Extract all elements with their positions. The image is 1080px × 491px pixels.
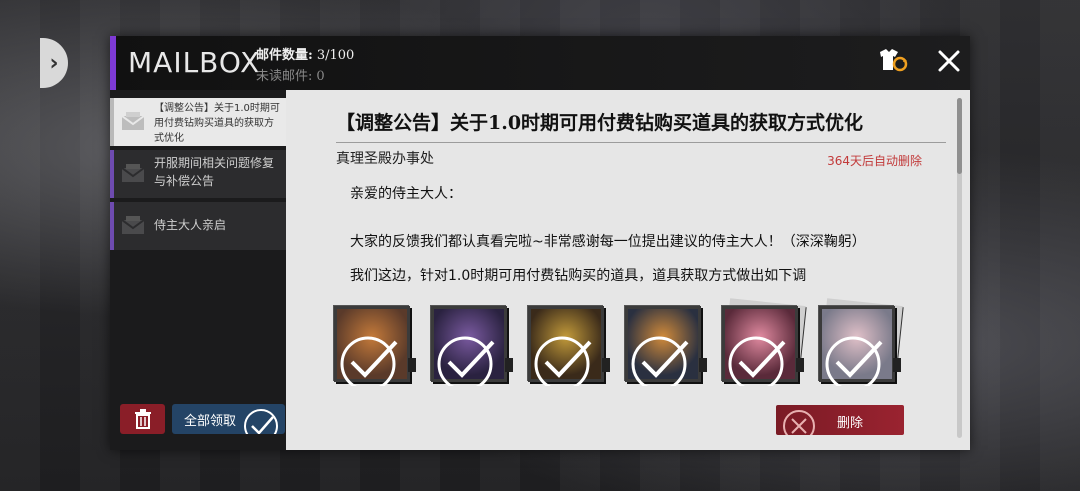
claimed-check-icon bbox=[825, 336, 883, 386]
wardrobe-refresh-button[interactable] bbox=[876, 44, 910, 78]
mail-sender: 真理圣殿办事处 bbox=[336, 151, 434, 167]
claimed-check-icon bbox=[728, 336, 786, 386]
mail-list-item-3[interactable]: 侍主大人亲启 bbox=[110, 202, 286, 250]
delete-mail-button[interactable]: 删除 bbox=[776, 405, 904, 435]
mail-list-item-label: 开服期间相关问题修复与补偿公告 bbox=[154, 156, 275, 188]
title-accent-bar bbox=[110, 36, 116, 90]
attachment-item-3[interactable] bbox=[528, 306, 610, 386]
chevron-right-icon: › bbox=[49, 50, 59, 76]
attachment-item-4[interactable] bbox=[625, 306, 707, 386]
mailbox-title: MAILBOX bbox=[128, 46, 261, 79]
mail-count: 邮件数量: 3/100 bbox=[256, 44, 354, 63]
claimed-check-icon bbox=[534, 336, 592, 386]
claimed-check-icon bbox=[631, 336, 689, 386]
claimed-check-icon bbox=[437, 336, 495, 386]
claim-all-button[interactable]: 全部领取 bbox=[172, 404, 285, 434]
attachment-tag bbox=[602, 358, 610, 372]
check-circle-icon bbox=[244, 409, 278, 434]
mail-title: 【调整公告】关于1.0时期可用付费钻购买道具的获取方式优化 bbox=[336, 112, 864, 134]
unread-count-value: 0 bbox=[316, 69, 325, 84]
attachment-tag bbox=[893, 358, 901, 372]
attachment-item-5[interactable] bbox=[722, 306, 804, 386]
mail-expire-notice: 364天后自动删除 bbox=[827, 154, 922, 168]
claimed-check-icon bbox=[340, 336, 398, 386]
mail-list-item-label: 【调整公告】关于1.0时期可用付费钻购买道具的获取方式优化 bbox=[154, 103, 280, 144]
mail-list-item-label: 侍主大人亲启 bbox=[154, 218, 227, 232]
mail-body: 亲爱的侍主大人： 大家的反馈我们都认真看完啦~非常感谢每一位提出建议的侍主大人！… bbox=[350, 180, 910, 288]
title-divider bbox=[336, 142, 946, 143]
attachment-item-1[interactable] bbox=[334, 306, 416, 386]
attachment-tag bbox=[699, 358, 707, 372]
attachment-tag bbox=[505, 358, 513, 372]
attachment-item-6[interactable] bbox=[819, 306, 901, 386]
claim-all-label: 全部领取 bbox=[184, 413, 237, 429]
mail-list-item-2[interactable]: 开服期间相关问题修复与补偿公告 bbox=[110, 150, 286, 198]
trash-icon bbox=[134, 409, 151, 429]
close-button[interactable] bbox=[932, 44, 966, 78]
mail-list-item-1[interactable]: 【调整公告】关于1.0时期可用付费钻购买道具的获取方式优化 bbox=[110, 98, 286, 146]
delete-mail-label: 删除 bbox=[836, 416, 863, 431]
mail-count-value: 3/100 bbox=[316, 48, 355, 63]
attachment-tag bbox=[796, 358, 804, 372]
mail-envelope-icon bbox=[121, 112, 145, 130]
mailbox-header: MAILBOX 邮件数量: 3/100 未读邮件: 0 bbox=[110, 36, 970, 90]
scrollbar-thumb[interactable] bbox=[957, 98, 962, 174]
mail-detail-panel: 【调整公告】关于1.0时期可用付费钻购买道具的获取方式优化 真理圣殿办事处 36… bbox=[286, 90, 970, 450]
mail-body-paragraph: 亲爱的侍主大人： bbox=[350, 186, 462, 202]
attachment-tag bbox=[408, 358, 416, 372]
unread-count-label: 未读邮件: bbox=[256, 69, 313, 84]
unread-count: 未读邮件: 0 bbox=[256, 65, 325, 84]
close-icon bbox=[938, 50, 960, 72]
delete-all-button[interactable] bbox=[120, 404, 165, 434]
mail-body-paragraph: 大家的反馈我们都认真看完啦~非常感谢每一位提出建议的侍主大人！（深深鞠躬） bbox=[350, 234, 866, 250]
attachment-item-2[interactable] bbox=[431, 306, 513, 386]
mail-envelope-icon bbox=[121, 164, 145, 182]
mailbox-window: MAILBOX 邮件数量: 3/100 未读邮件: 0 【调整公告】关于1.0时… bbox=[110, 36, 970, 450]
mail-scrollbar[interactable] bbox=[957, 98, 962, 438]
shirt-refresh-icon bbox=[880, 49, 908, 72]
mail-list: 【调整公告】关于1.0时期可用付费钻购买道具的获取方式优化 开服期间相关问题修复… bbox=[110, 98, 286, 254]
mail-body-paragraph: 我们这边，针对1.0时期可用付费钻购买的道具，道具获取方式做出如下调 bbox=[350, 268, 807, 284]
mail-count-label: 邮件数量: bbox=[256, 48, 313, 63]
mail-envelope-icon bbox=[121, 216, 145, 234]
